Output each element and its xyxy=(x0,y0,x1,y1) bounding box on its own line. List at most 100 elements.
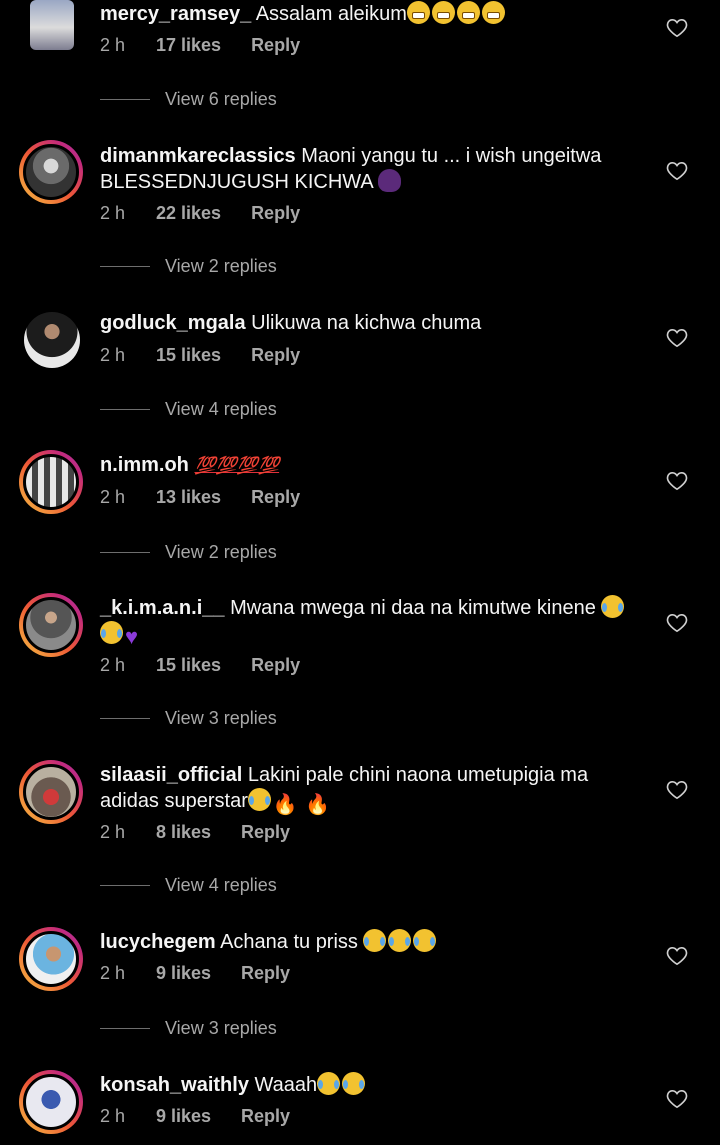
emoji-fire: 🔥 xyxy=(305,794,331,816)
emoji-grin xyxy=(406,1,430,24)
reply-button[interactable]: Reply xyxy=(241,1106,290,1127)
timestamp: 2 h xyxy=(100,1106,126,1126)
comment-text: lucychegem Achana tu priss xyxy=(100,929,645,955)
username[interactable]: dimanmkareclassics xyxy=(100,145,296,167)
comment-text: dimanmkareclassics Maoni yangu tu ... i … xyxy=(100,143,645,195)
reply-button[interactable]: Reply xyxy=(251,345,300,366)
likes-count[interactable]: 15 likes xyxy=(156,655,221,676)
view-replies-button[interactable]: View 4 replies xyxy=(100,399,277,420)
view-replies-label[interactable]: View 3 replies xyxy=(165,1018,277,1039)
timestamp: 2 h xyxy=(100,655,126,675)
view-replies-button[interactable]: View 2 replies xyxy=(100,256,277,277)
comment-body: Assalam aleikum xyxy=(255,3,407,25)
comment-meta: 2 h 8 likes Reply xyxy=(100,822,290,843)
avatar[interactable] xyxy=(19,593,83,657)
heart-outline-icon[interactable] xyxy=(666,328,688,348)
avatar[interactable] xyxy=(19,927,83,991)
timestamp: 2 h xyxy=(100,345,126,365)
emoji-grin xyxy=(456,1,480,24)
comment-meta: 2 h 17 likes Reply xyxy=(100,35,300,56)
comment-text: mercy_ramsey_ Assalam aleikum xyxy=(100,1,645,27)
heart-outline-icon[interactable] xyxy=(666,471,688,491)
emoji-hundred: 💯💯💯💯 xyxy=(194,456,280,475)
divider xyxy=(100,718,150,719)
view-replies-button[interactable]: View 3 replies xyxy=(100,1018,277,1039)
comment-meta: 2 h 13 likes Reply xyxy=(100,487,300,508)
view-replies-label[interactable]: View 6 replies xyxy=(165,89,277,110)
divider xyxy=(100,99,150,100)
view-replies-button[interactable]: View 6 replies xyxy=(100,89,277,110)
likes-count[interactable]: 13 likes xyxy=(156,487,221,508)
likes-count[interactable]: 17 likes xyxy=(156,35,221,56)
likes-count[interactable]: 9 likes xyxy=(156,1106,211,1127)
username[interactable]: _k.i.m.a.n.i__ xyxy=(100,597,225,619)
reply-button[interactable]: Reply xyxy=(251,203,300,224)
timestamp: 2 h xyxy=(100,35,126,55)
comment-meta: 2 h 22 likes Reply xyxy=(100,203,300,224)
view-replies-label[interactable]: View 2 replies xyxy=(165,542,277,563)
reply-button[interactable]: Reply xyxy=(241,963,290,984)
heart-outline-icon[interactable] xyxy=(666,161,688,181)
comment-body: Ulikuwa na kichwa chuma xyxy=(251,312,482,334)
emoji-purple-heart: ♥ xyxy=(125,624,139,649)
likes-count[interactable]: 8 likes xyxy=(156,822,211,843)
username[interactable]: n.imm.oh xyxy=(100,454,189,476)
username[interactable]: silaasii_official xyxy=(100,764,242,786)
timestamp: 2 h xyxy=(100,822,126,842)
emoji-person xyxy=(378,169,402,192)
emoji-tears-of-joy xyxy=(601,595,625,618)
heart-outline-icon[interactable] xyxy=(666,613,688,633)
username[interactable]: konsah_waithly xyxy=(100,1074,249,1096)
heart-outline-icon[interactable] xyxy=(666,780,688,800)
emoji-tears-of-joy xyxy=(247,788,271,811)
reply-button[interactable]: Reply xyxy=(251,487,300,508)
comment-meta: 2 h 15 likes Reply xyxy=(100,345,300,366)
divider xyxy=(100,552,150,553)
timestamp: 2 h xyxy=(100,487,126,507)
reply-button[interactable]: Reply xyxy=(251,35,300,56)
view-replies-label[interactable]: View 3 replies xyxy=(165,708,277,729)
emoji-tears-of-joy xyxy=(100,621,123,644)
avatar[interactable] xyxy=(19,760,83,824)
view-replies-button[interactable]: View 4 replies xyxy=(100,875,277,896)
username[interactable]: lucychegem xyxy=(100,931,216,953)
comment-text: konsah_waithly Waaah xyxy=(100,1072,645,1098)
avatar[interactable] xyxy=(19,1070,83,1134)
likes-count[interactable]: 9 likes xyxy=(156,963,211,984)
heart-outline-icon[interactable] xyxy=(666,1089,688,1109)
comment-body: Mwana mwega ni daa na kimutwe kinene xyxy=(230,597,596,619)
avatar[interactable] xyxy=(24,312,80,368)
heart-outline-icon[interactable] xyxy=(666,18,688,38)
heart-outline-icon[interactable] xyxy=(666,946,688,966)
view-replies-button[interactable]: View 2 replies xyxy=(100,542,277,563)
view-replies-label[interactable]: View 4 replies xyxy=(165,399,277,420)
username[interactable]: godluck_mgala xyxy=(100,312,246,334)
comment-meta: 2 h 15 likes Reply xyxy=(100,655,300,676)
comment-meta: 2 h 9 likes Reply xyxy=(100,1106,290,1127)
emoji-fire: 🔥 xyxy=(272,794,298,816)
comment-meta: 2 h 9 likes Reply xyxy=(100,963,290,984)
divider xyxy=(100,409,150,410)
emoji-tears-of-joy xyxy=(413,929,437,952)
timestamp: 2 h xyxy=(100,203,126,223)
comment-text: _k.i.m.a.n.i__ Mwana mwega ni daa na kim… xyxy=(100,595,645,650)
divider xyxy=(100,266,150,267)
view-replies-button[interactable]: View 3 replies xyxy=(100,708,277,729)
comment-text: godluck_mgala Ulikuwa na kichwa chuma xyxy=(100,310,645,336)
reply-button[interactable]: Reply xyxy=(251,655,300,676)
avatar[interactable] xyxy=(19,450,83,514)
reply-button[interactable]: Reply xyxy=(241,822,290,843)
likes-count[interactable]: 22 likes xyxy=(156,203,221,224)
emoji-tears-of-joy xyxy=(342,1072,366,1095)
divider xyxy=(100,885,150,886)
emoji-tears-of-joy xyxy=(388,929,412,952)
avatar[interactable] xyxy=(19,140,83,204)
avatar[interactable] xyxy=(30,0,74,50)
likes-count[interactable]: 15 likes xyxy=(156,345,221,366)
view-replies-label[interactable]: View 4 replies xyxy=(165,875,277,896)
username[interactable]: mercy_ramsey_ xyxy=(100,3,251,25)
comment-body: Achana tu priss xyxy=(220,931,358,953)
timestamp: 2 h xyxy=(100,963,126,983)
view-replies-label[interactable]: View 2 replies xyxy=(165,256,277,277)
emoji-grin xyxy=(431,1,455,24)
